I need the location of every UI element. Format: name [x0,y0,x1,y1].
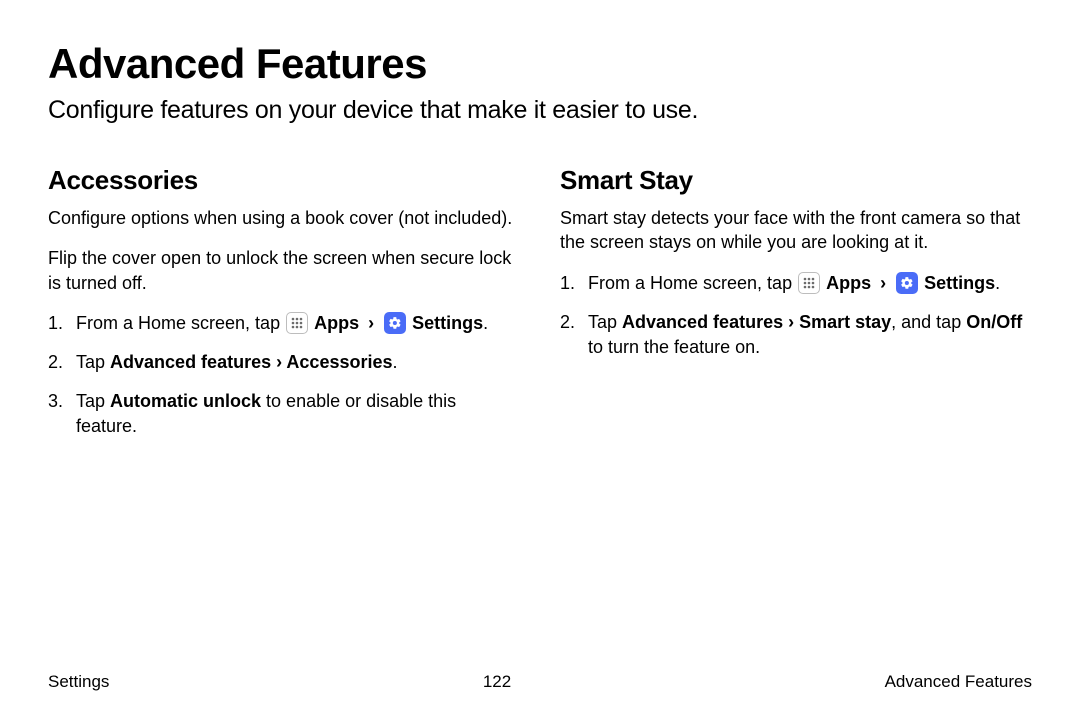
step-bold-path: Advanced features › Accessories [110,352,392,372]
document-page: Advanced Features Configure features on … [0,0,1080,720]
accessories-step-3: Tap Automatic unlock to enable or disabl… [48,389,520,439]
settings-label: Settings [924,273,995,293]
settings-icon [896,272,918,294]
accessories-desc-2: Flip the cover open to unlock the screen… [48,246,520,295]
step-text: Tap [76,352,110,372]
smart-stay-steps: From a Home screen, tap [560,271,1032,361]
step-text: Tap [588,312,622,332]
smart-stay-step-2: Tap Advanced features › Smart stay, and … [560,310,1032,360]
step-mid-text: , and tap [891,312,966,332]
smart-stay-desc: Smart stay detects your face with the fr… [560,206,1032,255]
step-text: Tap [76,391,110,411]
settings-label: Settings [412,313,483,333]
page-subtitle: Configure features on your device that m… [48,96,1032,125]
step-bold-toggle: On/Off [966,312,1022,332]
step-suffix: . [995,273,1000,293]
chevron-icon: › [880,273,886,293]
right-column: Smart Stay Smart stay detects your face … [560,165,1032,454]
step-suffix: . [393,352,398,372]
apps-icon [286,312,308,334]
chevron-icon: › [368,313,374,333]
page-footer: Settings 122 Advanced Features [48,672,1032,692]
apps-icon [798,272,820,294]
step-bold-term: Automatic unlock [110,391,261,411]
apps-label: Apps [826,273,871,293]
step-suffix: to turn the feature on. [588,337,760,357]
left-column: Accessories Configure options when using… [48,165,520,454]
step-text: From a Home screen, tap [76,313,285,333]
smart-stay-step-1: From a Home screen, tap [560,271,1032,296]
step-bold-path: Advanced features › Smart stay [622,312,891,332]
settings-icon [384,312,406,334]
footer-right: Advanced Features [885,672,1032,692]
accessories-step-1: From a Home screen, tap [48,311,520,336]
accessories-heading: Accessories [48,165,520,196]
footer-left: Settings [48,672,109,692]
apps-label: Apps [314,313,359,333]
accessories-step-2: Tap Advanced features › Accessories. [48,350,520,375]
two-column-layout: Accessories Configure options when using… [48,165,1032,454]
accessories-desc-1: Configure options when using a book cove… [48,206,520,230]
page-title: Advanced Features [48,40,1032,88]
accessories-steps: From a Home screen, tap [48,311,520,440]
footer-page-number: 122 [483,672,511,692]
step-suffix: . [483,313,488,333]
smart-stay-heading: Smart Stay [560,165,1032,196]
step-text: From a Home screen, tap [588,273,797,293]
